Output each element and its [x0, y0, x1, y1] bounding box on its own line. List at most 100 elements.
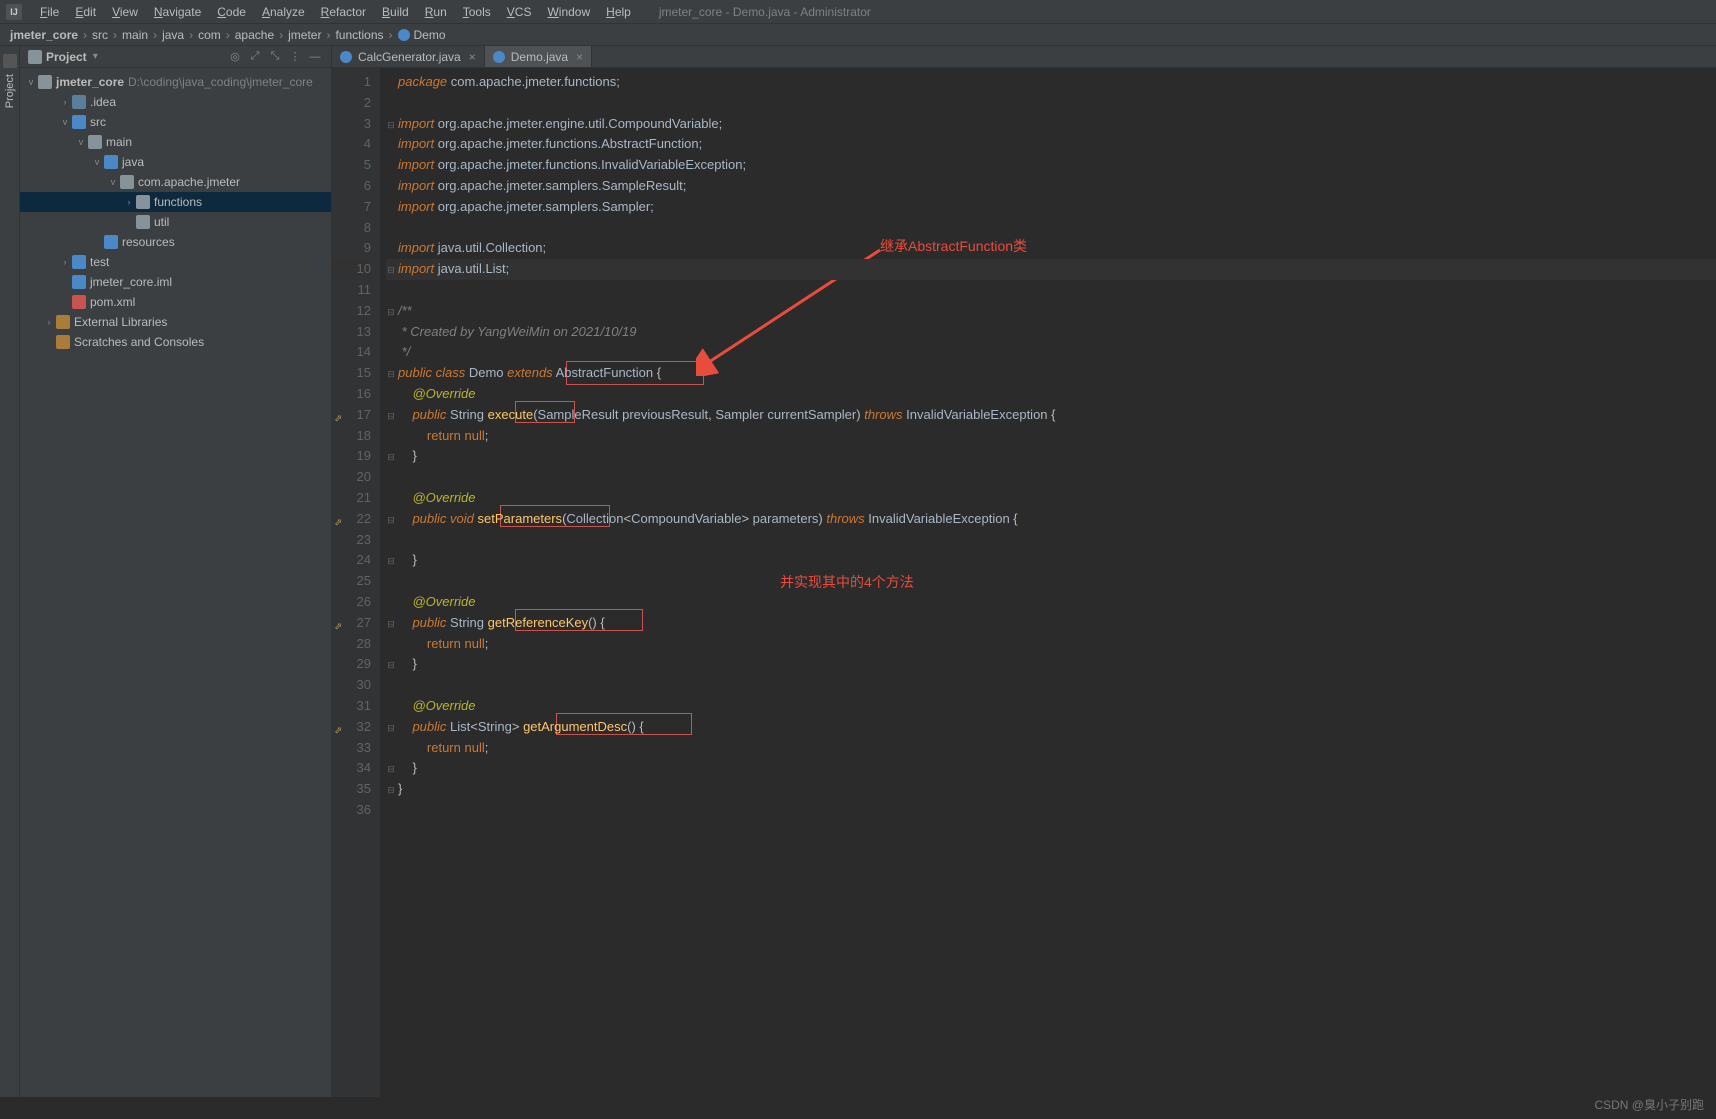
- tree-item-main[interactable]: vmain: [20, 132, 331, 152]
- tree-item-java[interactable]: vjava: [20, 152, 331, 172]
- code-line[interactable]: [386, 530, 1716, 551]
- project-tool-icon[interactable]: [3, 54, 17, 68]
- fold-icon[interactable]: ⊟: [386, 551, 396, 572]
- fold-icon[interactable]: [386, 156, 396, 177]
- code-line[interactable]: ⊟ }: [386, 758, 1716, 779]
- code-line[interactable]: @Override: [386, 488, 1716, 509]
- fold-icon[interactable]: [386, 219, 396, 240]
- fold-icon[interactable]: ⊟: [386, 510, 396, 531]
- tree-root[interactable]: v jmeter_core D:\coding\java_coding\jmet…: [20, 72, 331, 92]
- code-line[interactable]: ⊟ public List<String> getArgumentDesc() …: [386, 717, 1716, 738]
- tab-demo-java[interactable]: Demo.java×: [485, 46, 592, 67]
- code-line[interactable]: [386, 571, 1716, 592]
- fold-icon[interactable]: ⊟: [386, 718, 396, 739]
- breadcrumb-item[interactable]: Demo: [414, 28, 446, 42]
- expand-icon[interactable]: ⤢: [247, 49, 263, 65]
- menu-navigate[interactable]: Navigate: [146, 3, 209, 21]
- settings-icon[interactable]: ⋮: [287, 49, 303, 65]
- tree-item-resources[interactable]: resources: [20, 232, 331, 252]
- fold-icon[interactable]: [386, 489, 396, 510]
- code-content[interactable]: 继承AbstractFunction类 并实现其中的4个方法 package c…: [380, 68, 1716, 1097]
- fold-icon[interactable]: [386, 385, 396, 406]
- fold-icon[interactable]: [386, 468, 396, 489]
- breadcrumb-item[interactable]: src: [92, 28, 108, 42]
- menu-help[interactable]: Help: [598, 3, 639, 21]
- fold-icon[interactable]: [386, 94, 396, 115]
- tree-item-test[interactable]: ›test: [20, 252, 331, 272]
- fold-icon[interactable]: [386, 198, 396, 219]
- menu-refactor[interactable]: Refactor: [313, 3, 374, 21]
- tree-item-functions[interactable]: ›functions: [20, 192, 331, 212]
- code-line[interactable]: [386, 800, 1716, 821]
- fold-icon[interactable]: [386, 593, 396, 614]
- code-line[interactable]: ⊟ public String execute(SampleResult pre…: [386, 405, 1716, 426]
- fold-icon[interactable]: ⊟: [386, 302, 396, 323]
- close-icon[interactable]: ×: [469, 50, 476, 64]
- code-line[interactable]: [386, 280, 1716, 301]
- code-line[interactable]: ⊟ public String getReferenceKey() {: [386, 613, 1716, 634]
- code-line[interactable]: package com.apache.jmeter.functions;: [386, 72, 1716, 93]
- tree-item-pom-xml[interactable]: pom.xml: [20, 292, 331, 312]
- tab-calcgenerator-java[interactable]: CalcGenerator.java×: [332, 46, 485, 67]
- code-line[interactable]: import java.util.Collection;: [386, 238, 1716, 259]
- tree-item--idea[interactable]: ›.idea: [20, 92, 331, 112]
- fold-icon[interactable]: [386, 697, 396, 718]
- menu-code[interactable]: Code: [209, 3, 254, 21]
- code-line[interactable]: @Override: [386, 592, 1716, 613]
- code-line[interactable]: import org.apache.jmeter.samplers.Sample…: [386, 176, 1716, 197]
- project-tool-label[interactable]: Project: [4, 68, 16, 114]
- fold-icon[interactable]: ⊟: [386, 614, 396, 635]
- override-gutter-icon[interactable]: ⬀: [332, 616, 342, 628]
- breadcrumb-item[interactable]: apache: [235, 28, 274, 42]
- menu-tools[interactable]: Tools: [455, 3, 499, 21]
- code-line[interactable]: ⊟ }: [386, 550, 1716, 571]
- fold-icon[interactable]: ⊟: [386, 447, 396, 468]
- fold-icon[interactable]: [386, 635, 396, 656]
- fold-icon[interactable]: [386, 531, 396, 552]
- fold-icon[interactable]: [386, 177, 396, 198]
- code-line[interactable]: import org.apache.jmeter.functions.Inval…: [386, 155, 1716, 176]
- collapse-icon[interactable]: ⤡: [267, 49, 283, 65]
- fold-icon[interactable]: [386, 73, 396, 94]
- menu-build[interactable]: Build: [374, 3, 417, 21]
- fold-icon[interactable]: [386, 239, 396, 260]
- code-line[interactable]: ⊟/**: [386, 301, 1716, 322]
- fold-icon[interactable]: ⊟: [386, 406, 396, 427]
- fold-icon[interactable]: [386, 427, 396, 448]
- fold-icon[interactable]: [386, 676, 396, 697]
- menu-view[interactable]: View: [104, 3, 146, 21]
- code-editor[interactable]: 1234567891011121314151617⬀1819202122⬀232…: [332, 68, 1716, 1097]
- fold-icon[interactable]: [386, 323, 396, 344]
- code-line[interactable]: [386, 675, 1716, 696]
- breadcrumb-item[interactable]: jmeter: [288, 28, 321, 42]
- tree-item-jmeter-core-iml[interactable]: jmeter_core.iml: [20, 272, 331, 292]
- code-line[interactable]: ⊟ }: [386, 654, 1716, 675]
- code-line[interactable]: ⊟public class Demo extends AbstractFunct…: [386, 363, 1716, 384]
- chevron-down-icon[interactable]: ▾: [93, 51, 98, 62]
- hide-icon[interactable]: —: [307, 49, 323, 65]
- menu-vcs[interactable]: VCS: [499, 3, 540, 21]
- code-line[interactable]: @Override: [386, 384, 1716, 405]
- breadcrumb-item[interactable]: com: [198, 28, 221, 42]
- fold-icon[interactable]: [386, 801, 396, 822]
- code-line[interactable]: import org.apache.jmeter.samplers.Sample…: [386, 197, 1716, 218]
- breadcrumb-item[interactable]: jmeter_core: [10, 28, 78, 42]
- breadcrumb-item[interactable]: functions: [335, 28, 383, 42]
- menu-window[interactable]: Window: [539, 3, 598, 21]
- fold-icon[interactable]: ⊟: [386, 655, 396, 676]
- override-gutter-icon[interactable]: ⬀: [332, 720, 342, 732]
- menu-run[interactable]: Run: [417, 3, 455, 21]
- tree-item-com-apache-jmeter[interactable]: vcom.apache.jmeter: [20, 172, 331, 192]
- code-line[interactable]: [386, 218, 1716, 239]
- close-icon[interactable]: ×: [576, 50, 583, 64]
- menu-file[interactable]: File: [32, 3, 67, 21]
- code-line[interactable]: ⊟import org.apache.jmeter.engine.util.Co…: [386, 114, 1716, 135]
- code-line[interactable]: ⊟import java.util.List;: [386, 259, 1716, 280]
- target-icon[interactable]: ◎: [227, 49, 243, 65]
- fold-icon[interactable]: ⊟: [386, 260, 396, 281]
- fold-icon[interactable]: [386, 343, 396, 364]
- fold-icon[interactable]: ⊟: [386, 780, 396, 801]
- code-line[interactable]: * Created by YangWeiMin on 2021/10/19: [386, 322, 1716, 343]
- fold-icon[interactable]: [386, 739, 396, 760]
- fold-icon[interactable]: [386, 572, 396, 593]
